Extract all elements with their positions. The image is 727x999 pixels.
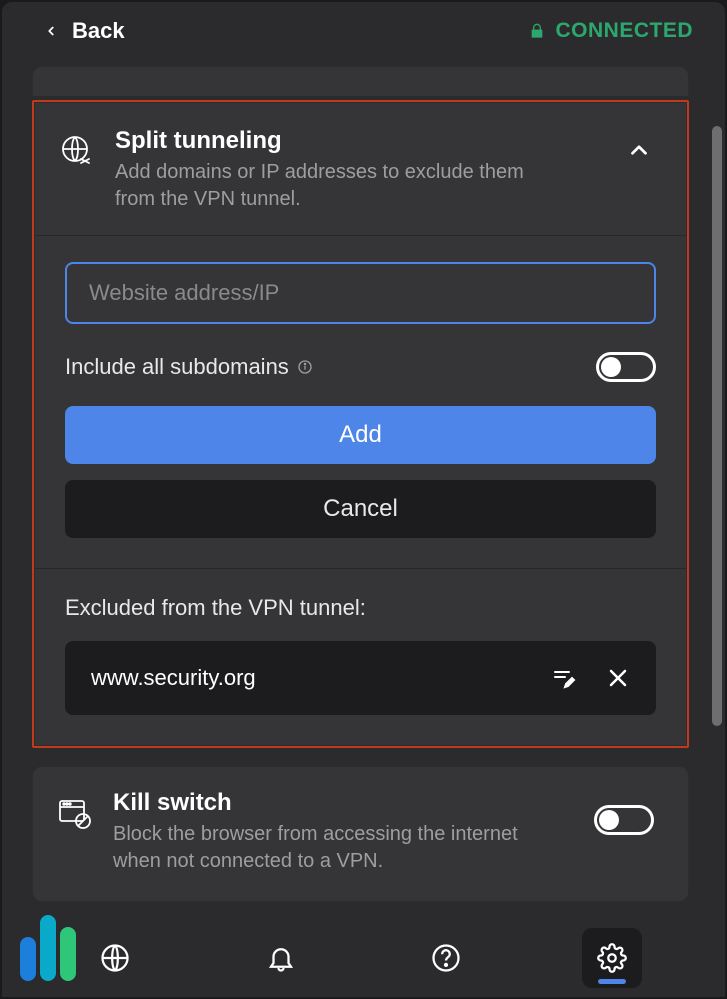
kill-switch-toggle-wrap <box>594 805 654 835</box>
split-tunneling-description: Add domains or IP addresses to exclude t… <box>115 159 535 213</box>
app-window: Back CONNECTED <box>0 0 727 999</box>
subdomains-row: Include all subdomains <box>65 352 656 382</box>
chevron-left-icon <box>44 24 58 38</box>
globe-icon <box>100 943 130 973</box>
bar-blue <box>20 937 36 981</box>
scrollbar-thumb[interactable] <box>712 126 722 726</box>
toggle-knob <box>599 810 619 830</box>
bell-icon <box>266 943 296 973</box>
kill-switch-panel[interactable]: Kill switch Block the browser from acces… <box>32 766 689 902</box>
cancel-button[interactable]: Cancel <box>65 480 656 538</box>
back-label: Back <box>72 18 125 44</box>
split-tunneling-text: Split tunneling Add domains or IP addres… <box>115 127 535 213</box>
bottom-nav <box>2 919 725 997</box>
brand-bars-overlay <box>20 915 76 981</box>
gear-icon <box>597 943 627 973</box>
kill-switch-title: Kill switch <box>113 789 533 817</box>
excluded-item: www.security.org <box>65 641 656 715</box>
help-icon <box>431 943 461 973</box>
bar-green <box>60 927 76 981</box>
info-icon[interactable] <box>297 359 313 375</box>
collapse-toggle[interactable] <box>626 137 652 168</box>
globe-tunnel-icon <box>59 133 95 169</box>
back-button[interactable]: Back <box>44 18 125 44</box>
split-tunneling-header[interactable]: Split tunneling Add domains or IP addres… <box>35 103 686 236</box>
chevron-up-icon <box>626 137 652 163</box>
lock-icon <box>529 22 545 40</box>
excluded-actions <box>552 666 630 690</box>
nav-notifications[interactable] <box>251 928 311 988</box>
subdomains-toggle[interactable] <box>596 352 656 382</box>
nav-settings[interactable] <box>582 928 642 988</box>
edit-icon[interactable] <box>552 666 576 690</box>
bar-teal <box>40 915 56 981</box>
kill-switch-text: Kill switch Block the browser from acces… <box>113 789 533 875</box>
excluded-block: Excluded from the VPN tunnel: www.securi… <box>35 569 686 745</box>
nav-help[interactable] <box>416 928 476 988</box>
add-button[interactable]: Add <box>65 406 656 464</box>
excluded-domain: www.security.org <box>91 665 256 691</box>
previous-panel-fragment <box>32 66 689 96</box>
address-input[interactable] <box>65 262 656 324</box>
connection-status: CONNECTED <box>529 19 693 43</box>
split-tunneling-panel-highlight: Split tunneling Add domains or IP addres… <box>32 100 689 748</box>
nav-globe[interactable] <box>85 928 145 988</box>
split-tunneling-body: Include all subdomains Add Cancel <box>35 236 686 569</box>
subdomains-label-wrap: Include all subdomains <box>65 354 313 380</box>
kill-switch-toggle[interactable] <box>594 805 654 835</box>
connection-status-text: CONNECTED <box>555 19 693 43</box>
toggle-knob <box>601 357 621 377</box>
kill-switch-description: Block the browser from accessing the int… <box>113 821 533 875</box>
split-tunneling-panel: Split tunneling Add domains or IP addres… <box>34 102 687 746</box>
excluded-title: Excluded from the VPN tunnel: <box>65 595 656 621</box>
browser-block-icon <box>57 795 93 831</box>
header-bar: Back CONNECTED <box>2 2 725 56</box>
settings-scroll-area: Split tunneling Add domains or IP addres… <box>2 56 725 919</box>
nav-active-indicator <box>598 979 626 984</box>
split-tunneling-title: Split tunneling <box>115 127 535 155</box>
close-icon[interactable] <box>606 666 630 690</box>
subdomains-label: Include all subdomains <box>65 354 289 380</box>
